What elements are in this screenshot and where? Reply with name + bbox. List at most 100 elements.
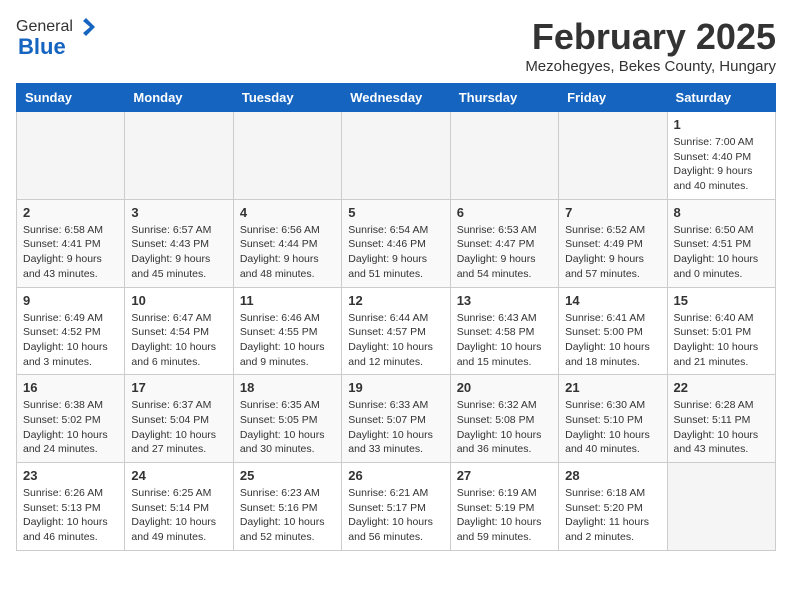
day-of-week-header: Thursday bbox=[450, 84, 558, 112]
day-info: Sunrise: 6:18 AM Sunset: 5:20 PM Dayligh… bbox=[565, 486, 660, 545]
day-number: 28 bbox=[565, 468, 660, 483]
day-number: 5 bbox=[348, 205, 443, 220]
calendar-day-cell: 28 Sunrise: 6:18 AM Sunset: 5:20 PM Dayli… bbox=[559, 463, 667, 551]
calendar-table: SundayMondayTuesdayWednesdayThursdayFrid… bbox=[16, 83, 776, 551]
calendar-day-cell: 17 Sunrise: 6:37 AM Sunset: 5:04 PM Dayli… bbox=[125, 375, 233, 463]
day-info: Sunrise: 6:28 AM Sunset: 5:11 PM Dayligh… bbox=[674, 398, 769, 457]
day-number: 8 bbox=[674, 205, 769, 220]
calendar-day-cell: 10 Sunrise: 6:47 AM Sunset: 4:54 PM Dayli… bbox=[125, 287, 233, 375]
day-info: Sunrise: 6:46 AM Sunset: 4:55 PM Dayligh… bbox=[240, 311, 335, 370]
day-number: 2 bbox=[23, 205, 118, 220]
day-info: Sunrise: 6:50 AM Sunset: 4:51 PM Dayligh… bbox=[674, 223, 769, 282]
calendar-day-cell: 8 Sunrise: 6:50 AM Sunset: 4:51 PM Daylig… bbox=[667, 199, 775, 287]
calendar-day-cell: 3 Sunrise: 6:57 AM Sunset: 4:43 PM Daylig… bbox=[125, 199, 233, 287]
day-of-week-header: Tuesday bbox=[233, 84, 341, 112]
day-number: 3 bbox=[131, 205, 226, 220]
calendar-day-cell: 21 Sunrise: 6:30 AM Sunset: 5:10 PM Dayli… bbox=[559, 375, 667, 463]
day-info: Sunrise: 6:57 AM Sunset: 4:43 PM Dayligh… bbox=[131, 223, 226, 282]
calendar-header-row: SundayMondayTuesdayWednesdayThursdayFrid… bbox=[17, 84, 776, 112]
day-number: 11 bbox=[240, 293, 335, 308]
day-info: Sunrise: 6:35 AM Sunset: 5:05 PM Dayligh… bbox=[240, 398, 335, 457]
day-info: Sunrise: 6:47 AM Sunset: 4:54 PM Dayligh… bbox=[131, 311, 226, 370]
day-info: Sunrise: 6:33 AM Sunset: 5:07 PM Dayligh… bbox=[348, 398, 443, 457]
day-number: 17 bbox=[131, 380, 226, 395]
calendar-day-cell: 9 Sunrise: 6:49 AM Sunset: 4:52 PM Daylig… bbox=[17, 287, 125, 375]
day-number: 6 bbox=[457, 205, 552, 220]
day-info: Sunrise: 6:58 AM Sunset: 4:41 PM Dayligh… bbox=[23, 223, 118, 282]
day-info: Sunrise: 6:43 AM Sunset: 4:58 PM Dayligh… bbox=[457, 311, 552, 370]
day-info: Sunrise: 6:41 AM Sunset: 5:00 PM Dayligh… bbox=[565, 311, 660, 370]
day-number: 4 bbox=[240, 205, 335, 220]
logo-blue: Blue bbox=[18, 34, 66, 60]
calendar-day-cell bbox=[17, 112, 125, 200]
calendar-day-cell: 18 Sunrise: 6:35 AM Sunset: 5:05 PM Dayli… bbox=[233, 375, 341, 463]
calendar-day-cell: 25 Sunrise: 6:23 AM Sunset: 5:16 PM Dayli… bbox=[233, 463, 341, 551]
calendar-day-cell: 23 Sunrise: 6:26 AM Sunset: 5:13 PM Dayli… bbox=[17, 463, 125, 551]
day-info: Sunrise: 6:49 AM Sunset: 4:52 PM Dayligh… bbox=[23, 311, 118, 370]
day-info: Sunrise: 6:26 AM Sunset: 5:13 PM Dayligh… bbox=[23, 486, 118, 545]
day-info: Sunrise: 6:21 AM Sunset: 5:17 PM Dayligh… bbox=[348, 486, 443, 545]
day-info: Sunrise: 6:37 AM Sunset: 5:04 PM Dayligh… bbox=[131, 398, 226, 457]
calendar-week-row: 1Sunrise: 7:00 AM Sunset: 4:40 PM Daylig… bbox=[17, 112, 776, 200]
calendar-day-cell: 24Sunrise: 6:25 AM Sunset: 5:14 PM Dayli… bbox=[125, 463, 233, 551]
day-info: Sunrise: 6:38 AM Sunset: 5:02 PM Dayligh… bbox=[23, 398, 118, 457]
day-number: 10 bbox=[131, 293, 226, 308]
calendar-day-cell: 15 Sunrise: 6:40 AM Sunset: 5:01 PM Dayli… bbox=[667, 287, 775, 375]
day-of-week-header: Friday bbox=[559, 84, 667, 112]
day-number: 26 bbox=[348, 468, 443, 483]
calendar-day-cell: 13 Sunrise: 6:43 AM Sunset: 4:58 PM Dayli… bbox=[450, 287, 558, 375]
day-number: 23 bbox=[23, 468, 118, 483]
day-number: 7 bbox=[565, 205, 660, 220]
day-of-week-header: Saturday bbox=[667, 84, 775, 112]
day-of-week-header: Sunday bbox=[17, 84, 125, 112]
day-number: 18 bbox=[240, 380, 335, 395]
calendar-week-row: 23 Sunrise: 6:26 AM Sunset: 5:13 PM Dayli… bbox=[17, 463, 776, 551]
calendar-day-cell: 1Sunrise: 7:00 AM Sunset: 4:40 PM Daylig… bbox=[667, 112, 775, 200]
day-number: 25 bbox=[240, 468, 335, 483]
day-number: 12 bbox=[348, 293, 443, 308]
calendar-week-row: 16 Sunrise: 6:38 AM Sunset: 5:02 PM Dayli… bbox=[17, 375, 776, 463]
calendar-day-cell: 7 Sunrise: 6:52 AM Sunset: 4:49 PM Daylig… bbox=[559, 199, 667, 287]
calendar-day-cell bbox=[342, 112, 450, 200]
day-number: 22 bbox=[674, 380, 769, 395]
calendar-day-cell: 11 Sunrise: 6:46 AM Sunset: 4:55 PM Dayli… bbox=[233, 287, 341, 375]
calendar-day-cell: 12Sunrise: 6:44 AM Sunset: 4:57 PM Dayli… bbox=[342, 287, 450, 375]
calendar-day-cell bbox=[233, 112, 341, 200]
day-info: Sunrise: 6:32 AM Sunset: 5:08 PM Dayligh… bbox=[457, 398, 552, 457]
day-info: Sunrise: 6:40 AM Sunset: 5:01 PM Dayligh… bbox=[674, 311, 769, 370]
calendar-day-cell: 19 Sunrise: 6:33 AM Sunset: 5:07 PM Dayli… bbox=[342, 375, 450, 463]
calendar-day-cell: 16 Sunrise: 6:38 AM Sunset: 5:02 PM Dayli… bbox=[17, 375, 125, 463]
location-subtitle: Mezohegyes, Bekes County, Hungary bbox=[525, 58, 776, 75]
day-number: 9 bbox=[23, 293, 118, 308]
day-info: Sunrise: 6:53 AM Sunset: 4:47 PM Dayligh… bbox=[457, 223, 552, 282]
day-info: Sunrise: 7:00 AM Sunset: 4:40 PM Dayligh… bbox=[674, 135, 769, 194]
day-of-week-header: Monday bbox=[125, 84, 233, 112]
day-number: 16 bbox=[23, 380, 118, 395]
logo-icon bbox=[75, 16, 97, 38]
calendar-day-cell: 22 Sunrise: 6:28 AM Sunset: 5:11 PM Dayli… bbox=[667, 375, 775, 463]
day-of-week-header: Wednesday bbox=[342, 84, 450, 112]
calendar-week-row: 9 Sunrise: 6:49 AM Sunset: 4:52 PM Daylig… bbox=[17, 287, 776, 375]
calendar-day-cell: 6 Sunrise: 6:53 AM Sunset: 4:47 PM Daylig… bbox=[450, 199, 558, 287]
day-info: Sunrise: 6:30 AM Sunset: 5:10 PM Dayligh… bbox=[565, 398, 660, 457]
calendar-day-cell: 14 Sunrise: 6:41 AM Sunset: 5:00 PM Dayli… bbox=[559, 287, 667, 375]
calendar-day-cell bbox=[450, 112, 558, 200]
day-info: Sunrise: 6:54 AM Sunset: 4:46 PM Dayligh… bbox=[348, 223, 443, 282]
day-info: Sunrise: 6:52 AM Sunset: 4:49 PM Dayligh… bbox=[565, 223, 660, 282]
calendar-day-cell: 20 Sunrise: 6:32 AM Sunset: 5:08 PM Dayli… bbox=[450, 375, 558, 463]
day-number: 14 bbox=[565, 293, 660, 308]
title-block: February 2025 Mezohegyes, Bekes County, … bbox=[525, 16, 776, 75]
calendar-day-cell: 5 Sunrise: 6:54 AM Sunset: 4:46 PM Daylig… bbox=[342, 199, 450, 287]
day-number: 21 bbox=[565, 380, 660, 395]
calendar-day-cell: 4Sunrise: 6:56 AM Sunset: 4:44 PM Daylig… bbox=[233, 199, 341, 287]
day-number: 15 bbox=[674, 293, 769, 308]
calendar-day-cell: 26 Sunrise: 6:21 AM Sunset: 5:17 PM Dayli… bbox=[342, 463, 450, 551]
day-number: 27 bbox=[457, 468, 552, 483]
day-number: 13 bbox=[457, 293, 552, 308]
day-number: 20 bbox=[457, 380, 552, 395]
page-header: General Blue February 2025 Mezohegyes, B… bbox=[16, 16, 776, 75]
day-info: Sunrise: 6:23 AM Sunset: 5:16 PM Dayligh… bbox=[240, 486, 335, 545]
calendar-day-cell: 2 Sunrise: 6:58 AM Sunset: 4:41 PM Daylig… bbox=[17, 199, 125, 287]
calendar-day-cell: 27Sunrise: 6:19 AM Sunset: 5:19 PM Dayli… bbox=[450, 463, 558, 551]
day-number: 19 bbox=[348, 380, 443, 395]
